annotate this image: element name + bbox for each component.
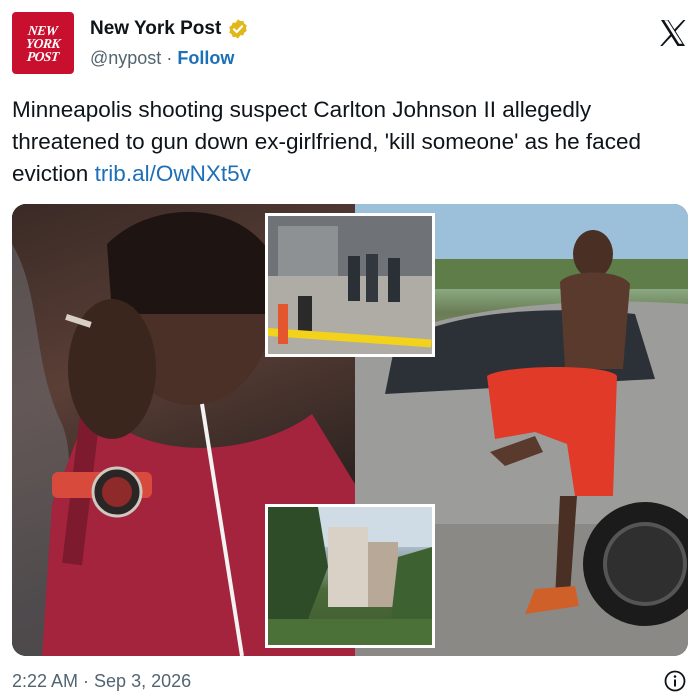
logo-line-2: YORK [25, 35, 61, 51]
media-collage[interactable] [12, 204, 688, 656]
info-icon[interactable] [664, 670, 686, 692]
verified-badge-icon [229, 19, 248, 39]
account-handle[interactable]: @nypost [90, 48, 161, 68]
building-illustration [268, 507, 432, 645]
logo-line-1: NEW [27, 22, 59, 38]
account-name[interactable]: New York Post [90, 18, 221, 40]
scene-illustration [268, 216, 432, 354]
name-row: New York Post [90, 18, 249, 40]
tweet-timestamp[interactable]: 2:22 AM · Sep 3, 2026 [12, 671, 191, 692]
building-inset-photo[interactable] [265, 504, 435, 648]
handle-row: @nypost · Follow [90, 48, 234, 69]
scene-inset-photo[interactable] [265, 213, 435, 357]
nypost-logo[interactable]: NEW YORK POST [12, 12, 74, 74]
x-logo-icon[interactable] [658, 18, 688, 48]
tweet-text: Minneapolis shooting suspect Carlton Joh… [12, 94, 688, 190]
separator-dot: · [166, 48, 173, 68]
tweet-header: NEW YORK POST New York Post @nypost · Fo… [12, 12, 688, 76]
tweet-link[interactable]: trib.al/OwNXt5v [95, 161, 251, 186]
logo-line-3: POST [26, 48, 60, 64]
follow-button[interactable]: Follow [177, 48, 234, 68]
